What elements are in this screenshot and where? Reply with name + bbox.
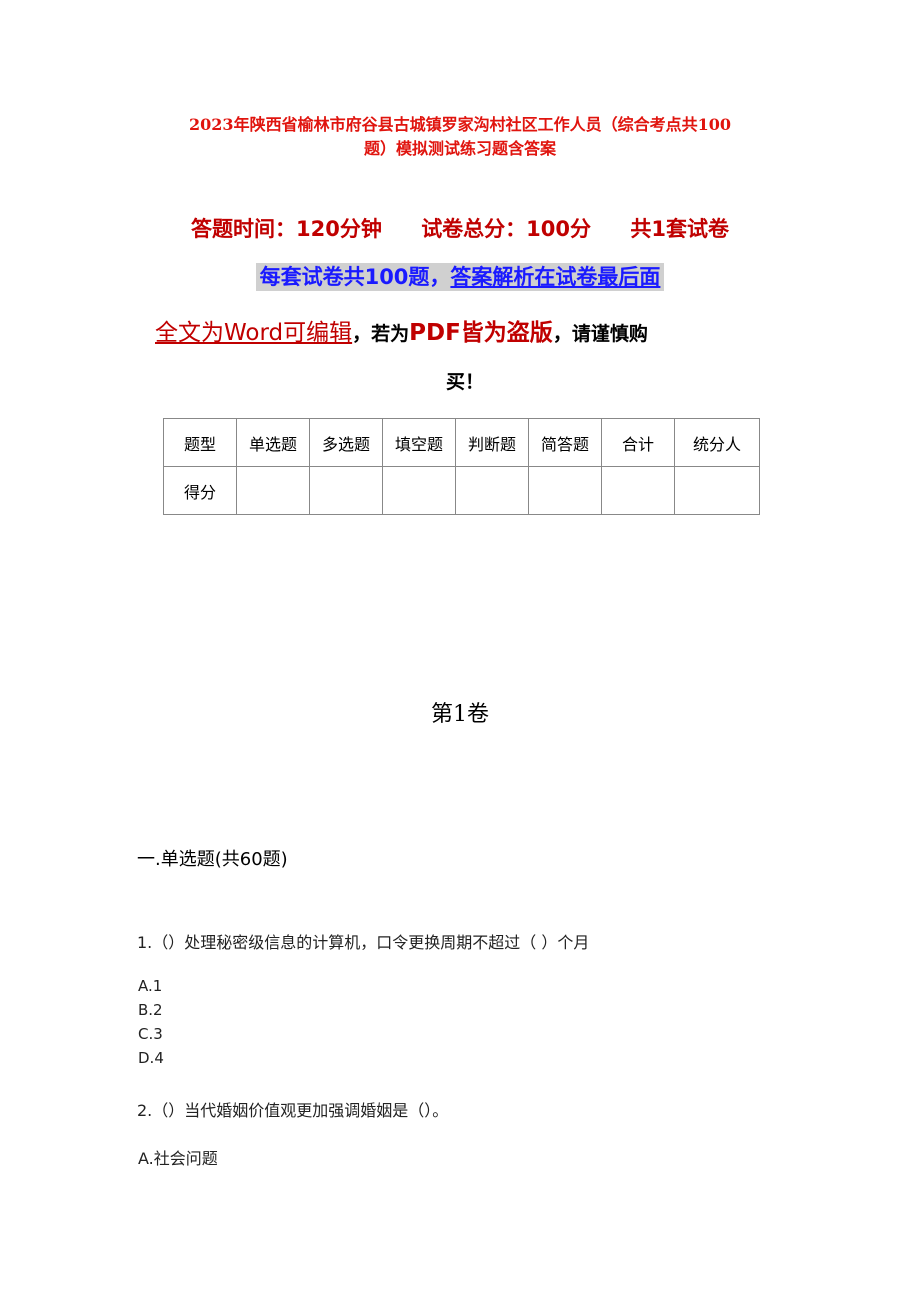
notice-text-3: 买！ <box>445 371 484 393</box>
notice-text-1: ，若为 <box>352 323 410 345</box>
score-table: 题型 单选题 多选题 填空题 判断题 简答题 合计 统分人 得分 <box>163 418 760 515</box>
score-header-cell: 简答题 <box>528 418 602 467</box>
score-table-score-row: 得分 <box>163 466 760 515</box>
title-line-1: 2023年陕西省榆林市府谷县古城镇罗家沟村社区工作人员（综合考点共100 <box>189 115 731 134</box>
exam-time: 答题时间：120分钟 <box>191 217 382 241</box>
score-cell[interactable] <box>674 466 760 515</box>
option-d: D.4 <box>138 1049 164 1067</box>
option-b: B.2 <box>138 1001 163 1019</box>
score-cell[interactable] <box>382 466 456 515</box>
question-2: 2.（）当代婚姻价值观更加强调婚姻是（）。 <box>137 1101 449 1120</box>
score-header-cell: 合计 <box>601 418 675 467</box>
exam-total-score: 试卷总分：100分 <box>421 217 592 241</box>
pdf-piracy-notice: PDF皆为盗版 <box>409 320 553 346</box>
title-line-2: 题）模拟测试练习题含答案 <box>363 139 556 158</box>
volume-heading: 第1卷 <box>431 702 489 727</box>
section-heading: 一.单选题(共60题) <box>137 849 288 870</box>
score-cell[interactable] <box>528 466 602 515</box>
notice-text-2: ，请谨慎购 <box>552 323 648 345</box>
score-cell[interactable] <box>309 466 383 515</box>
editable-notice[interactable]: 全文为Word可编辑 <box>155 320 352 346</box>
document-title: 2023年陕西省榆林市府谷县古城镇罗家沟村社区工作人员（综合考点共100 题）模… <box>130 113 790 161</box>
answer-banner: 每套试卷共100题，答案解析在试卷最后面 <box>0 261 920 291</box>
exam-set-count: 共1套试卷 <box>630 217 729 241</box>
option-c: C.3 <box>138 1025 163 1043</box>
exam-meta: 答题时间：120分钟 试卷总分：100分 共1套试卷 <box>0 213 920 243</box>
score-cell[interactable] <box>455 466 529 515</box>
score-header-cell: 题型 <box>163 418 237 467</box>
score-table-header-row: 题型 单选题 多选题 填空题 判断题 简答题 合计 统分人 <box>163 418 760 467</box>
score-header-cell: 统分人 <box>674 418 760 467</box>
score-header-cell: 填空题 <box>382 418 456 467</box>
banner-answer-link[interactable]: 答案解析在试卷最后面 <box>450 265 660 289</box>
option-a: A.1 <box>138 977 163 995</box>
score-cell: 得分 <box>163 466 237 515</box>
option-a: A.社会问题 <box>138 1149 218 1168</box>
question-1: 1.（）处理秘密级信息的计算机，口令更换周期不超过（ ）个月 <box>137 933 590 952</box>
banner-question-count: 每套试卷共100题， <box>259 265 451 289</box>
score-header-cell: 多选题 <box>309 418 383 467</box>
score-header-cell: 判断题 <box>455 418 529 467</box>
score-header-cell: 单选题 <box>236 418 310 467</box>
score-cell[interactable] <box>601 466 675 515</box>
copyright-notice: 全文为Word可编辑，若为PDF皆为盗版，请谨慎购 买！ <box>155 309 775 406</box>
banner-highlight: 每套试卷共100题，答案解析在试卷最后面 <box>255 263 665 291</box>
score-cell[interactable] <box>236 466 310 515</box>
